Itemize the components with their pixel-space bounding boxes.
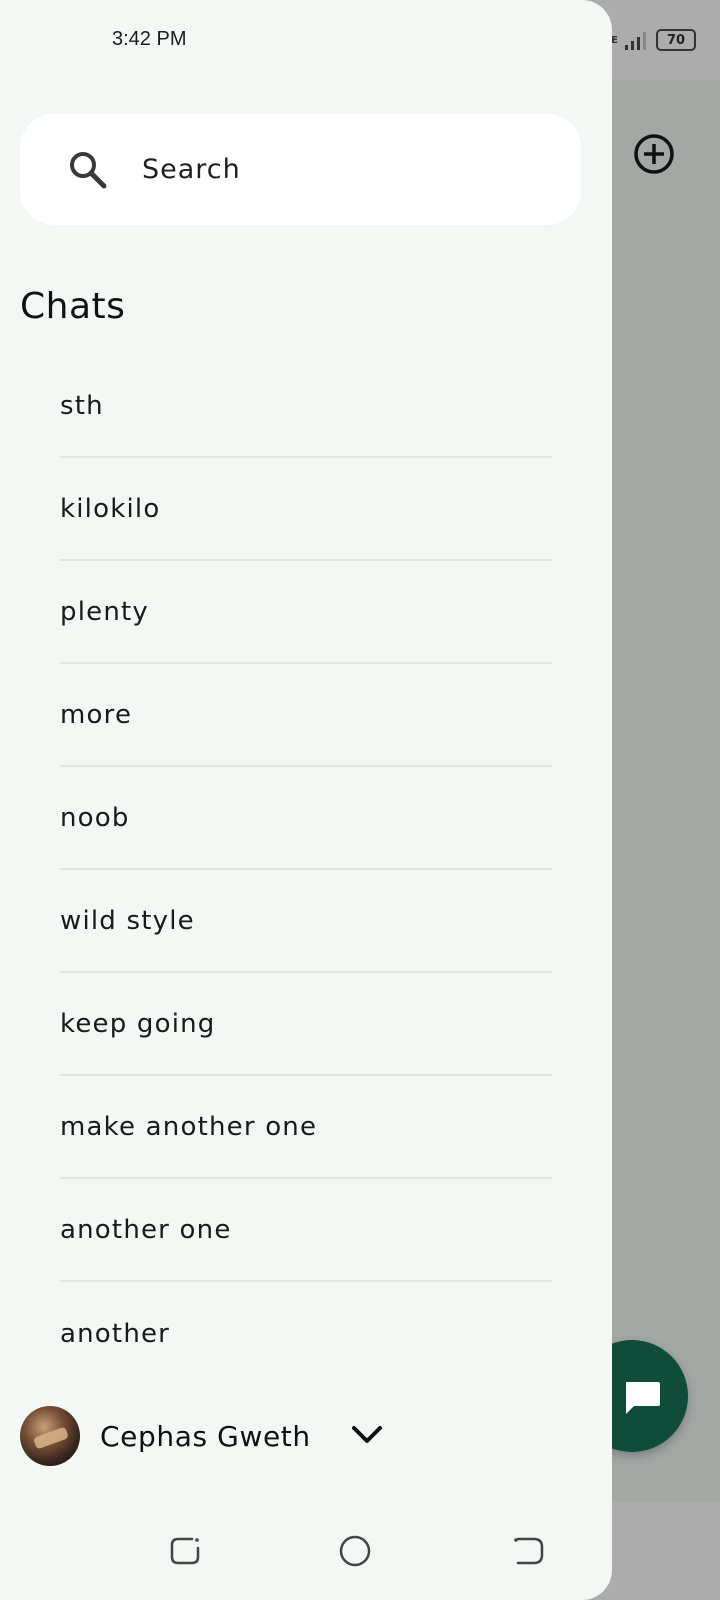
account-switcher[interactable]: Cephas Gweth <box>20 1406 400 1466</box>
chat-list-item[interactable]: sth <box>60 355 552 458</box>
battery-indicator: 70 <box>656 29 696 51</box>
chat-list-item[interactable]: another <box>60 1282 552 1385</box>
avatar <box>20 1406 80 1466</box>
chat-list-item[interactable]: wild style <box>60 870 552 973</box>
home-icon[interactable] <box>338 1534 372 1568</box>
navigation-drawer: 3:42 PM Chats sth kilokilo plenty more n… <box>0 0 612 1600</box>
account-name: Cephas Gweth <box>100 1419 311 1453</box>
search-icon <box>70 152 107 189</box>
recent-apps-icon[interactable] <box>168 1534 202 1568</box>
chat-list-item[interactable]: plenty <box>60 561 552 664</box>
search-bar[interactable] <box>20 114 581 225</box>
chat-list-item[interactable]: kilokilo <box>60 458 552 561</box>
chat-icon <box>626 1382 660 1414</box>
chat-list-item[interactable]: another one <box>60 1179 552 1282</box>
chat-list: sth kilokilo plenty more noob wild style… <box>60 355 552 1385</box>
chat-list-item[interactable]: keep going <box>60 973 552 1076</box>
signal-icon <box>625 32 646 50</box>
chat-list-item[interactable]: noob <box>60 767 552 870</box>
search-input[interactable] <box>142 114 542 225</box>
system-nav-bar <box>0 1520 612 1580</box>
add-circle-icon[interactable] <box>633 133 675 175</box>
back-icon[interactable] <box>512 1534 546 1568</box>
chat-list-item[interactable]: make another one <box>60 1076 552 1179</box>
status-time: 3:42 PM <box>112 28 187 50</box>
chat-list-item[interactable]: more <box>60 664 552 767</box>
chevron-down-icon[interactable] <box>350 1422 384 1448</box>
chats-section-title: Chats <box>20 286 126 327</box>
